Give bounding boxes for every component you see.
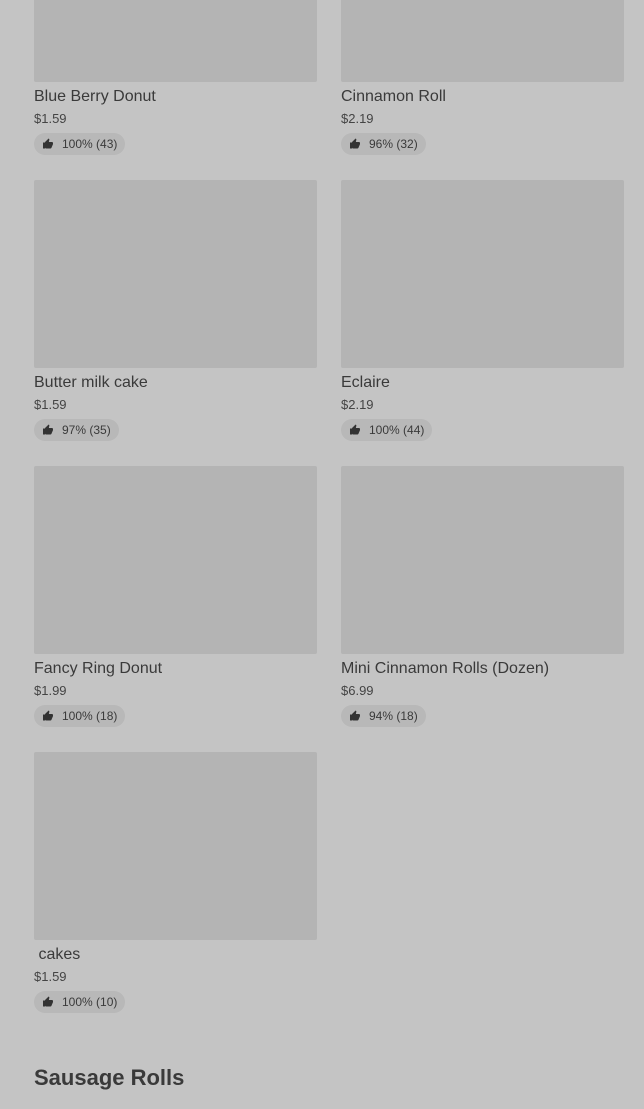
- thumbs-up-icon: [350, 710, 360, 721]
- menu-item-card[interactable]: Mini Cinnamon Rolls (Dozen) $6.99 94% (1…: [341, 466, 624, 752]
- menu-item-name: Blue Berry Donut: [34, 88, 156, 105]
- thumbs-up-icon: [350, 138, 360, 149]
- menu-item-price: $1.59: [34, 111, 67, 126]
- rating-badge: 97% (35): [34, 419, 119, 441]
- rating-badge: 100% (10): [34, 991, 126, 1013]
- rating-text: 100% (18): [62, 709, 118, 723]
- menu-item-card[interactable]: Eclaire $2.19 100% (44): [341, 180, 624, 466]
- menu-item-card[interactable]: cakes $1.59 100% (10): [34, 752, 317, 1038]
- menu-item-name: Butter milk cake: [34, 374, 148, 391]
- rating-text: 94% (18): [369, 709, 418, 723]
- thumbs-up-icon: [43, 710, 53, 721]
- rating-text: 100% (10): [62, 995, 118, 1009]
- section-heading: Sausage Rolls: [34, 1065, 185, 1090]
- thumbs-up-icon: [43, 138, 53, 149]
- menu-item-card[interactable]: Butter milk cake $1.59 97% (35): [34, 180, 317, 466]
- menu-item-card[interactable]: Blue Berry Donut $1.59 100% (43): [34, 0, 317, 180]
- menu-item-name: Mini Cinnamon Rolls (Dozen): [341, 660, 550, 677]
- rating-text: 100% (44): [369, 423, 425, 437]
- rating-text: 100% (43): [62, 137, 118, 151]
- menu-item-image[interactable]: [341, 0, 624, 82]
- menu-item-price: $6.99: [341, 683, 374, 698]
- menu-items-grid: Blue Berry Donut $1.59 100% (43) Cinnamo…: [34, 0, 624, 1038]
- rating-badge: 94% (18): [341, 705, 426, 727]
- menu-item-name: Fancy Ring Donut: [34, 660, 163, 677]
- menu-item-name: Eclaire: [341, 374, 390, 391]
- menu-item-name: Cinnamon Roll: [341, 88, 446, 105]
- menu-item-image[interactable]: [34, 752, 317, 940]
- rating-text: 96% (32): [369, 137, 418, 151]
- menu-item-price: $1.59: [34, 969, 67, 984]
- menu-item-price: $2.19: [341, 397, 374, 412]
- thumbs-up-icon: [43, 996, 53, 1007]
- thumbs-up-icon: [43, 424, 53, 435]
- menu-item-image[interactable]: [341, 466, 624, 654]
- menu-item-price: $2.19: [341, 111, 374, 126]
- rating-badge: 100% (43): [34, 133, 126, 155]
- rating-badge: 100% (44): [341, 419, 433, 441]
- rating-text: 97% (35): [62, 423, 111, 437]
- menu-item-image[interactable]: [34, 0, 317, 82]
- menu-item-price: $1.99: [34, 683, 67, 698]
- menu-item-image[interactable]: [34, 466, 317, 654]
- thumbs-up-icon: [350, 424, 360, 435]
- menu-item-name: cakes: [34, 946, 81, 963]
- menu-item-card[interactable]: Cinnamon Roll $2.19 96% (32): [341, 0, 624, 180]
- rating-badge: 96% (32): [341, 133, 426, 155]
- rating-badge: 100% (18): [34, 705, 126, 727]
- menu-item-price: $1.59: [34, 397, 67, 412]
- menu-item-image[interactable]: [341, 180, 624, 368]
- menu-item-image[interactable]: [34, 180, 317, 368]
- menu-item-card[interactable]: Fancy Ring Donut $1.99 100% (18): [34, 466, 317, 752]
